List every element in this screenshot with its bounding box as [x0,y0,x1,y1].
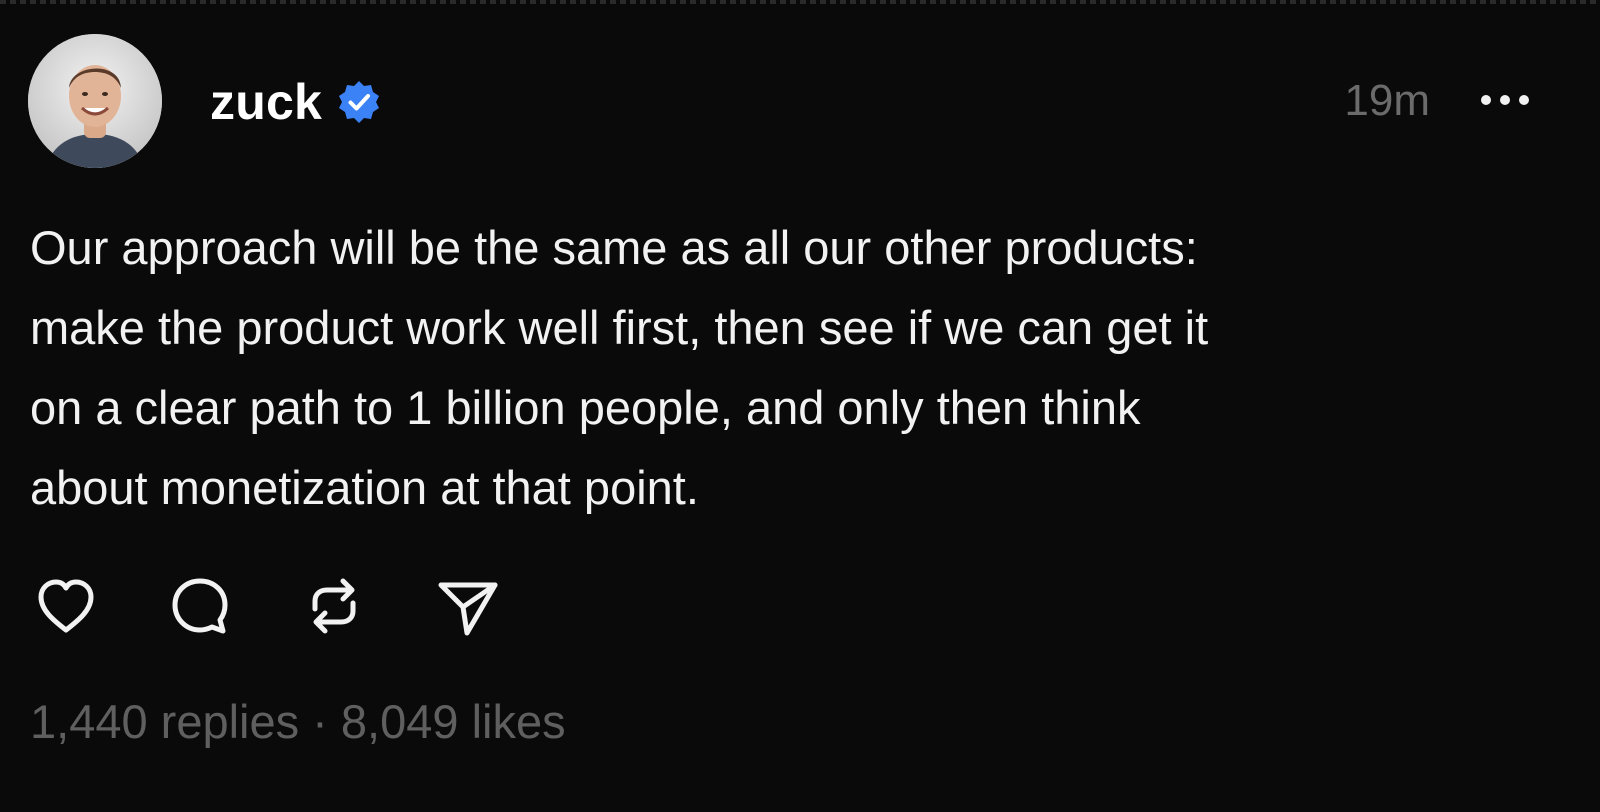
repost-icon [312,578,356,634]
action-bar [28,568,564,644]
more-options-icon[interactable] [1476,84,1534,116]
author-row: zuck [210,72,382,132]
avatar[interactable] [28,34,162,168]
post-stats[interactable]: 1,440 replies · 8,049 likes [30,694,566,749]
send-icon [438,582,498,636]
post-text: Our approach will be the same as all our… [30,221,1209,514]
share-button[interactable] [430,568,506,644]
reply-button[interactable] [162,568,238,644]
repost-button[interactable] [296,568,372,644]
like-button[interactable] [28,568,104,644]
heart-icon [38,579,94,633]
username[interactable]: zuck [210,73,322,131]
verified-badge-icon [336,79,382,125]
comment-icon [172,578,228,634]
thread-post: zuck 19m Our approach will be the same a… [0,0,1600,812]
avatar-image [28,34,162,168]
timestamp: 19m [1344,76,1430,125]
